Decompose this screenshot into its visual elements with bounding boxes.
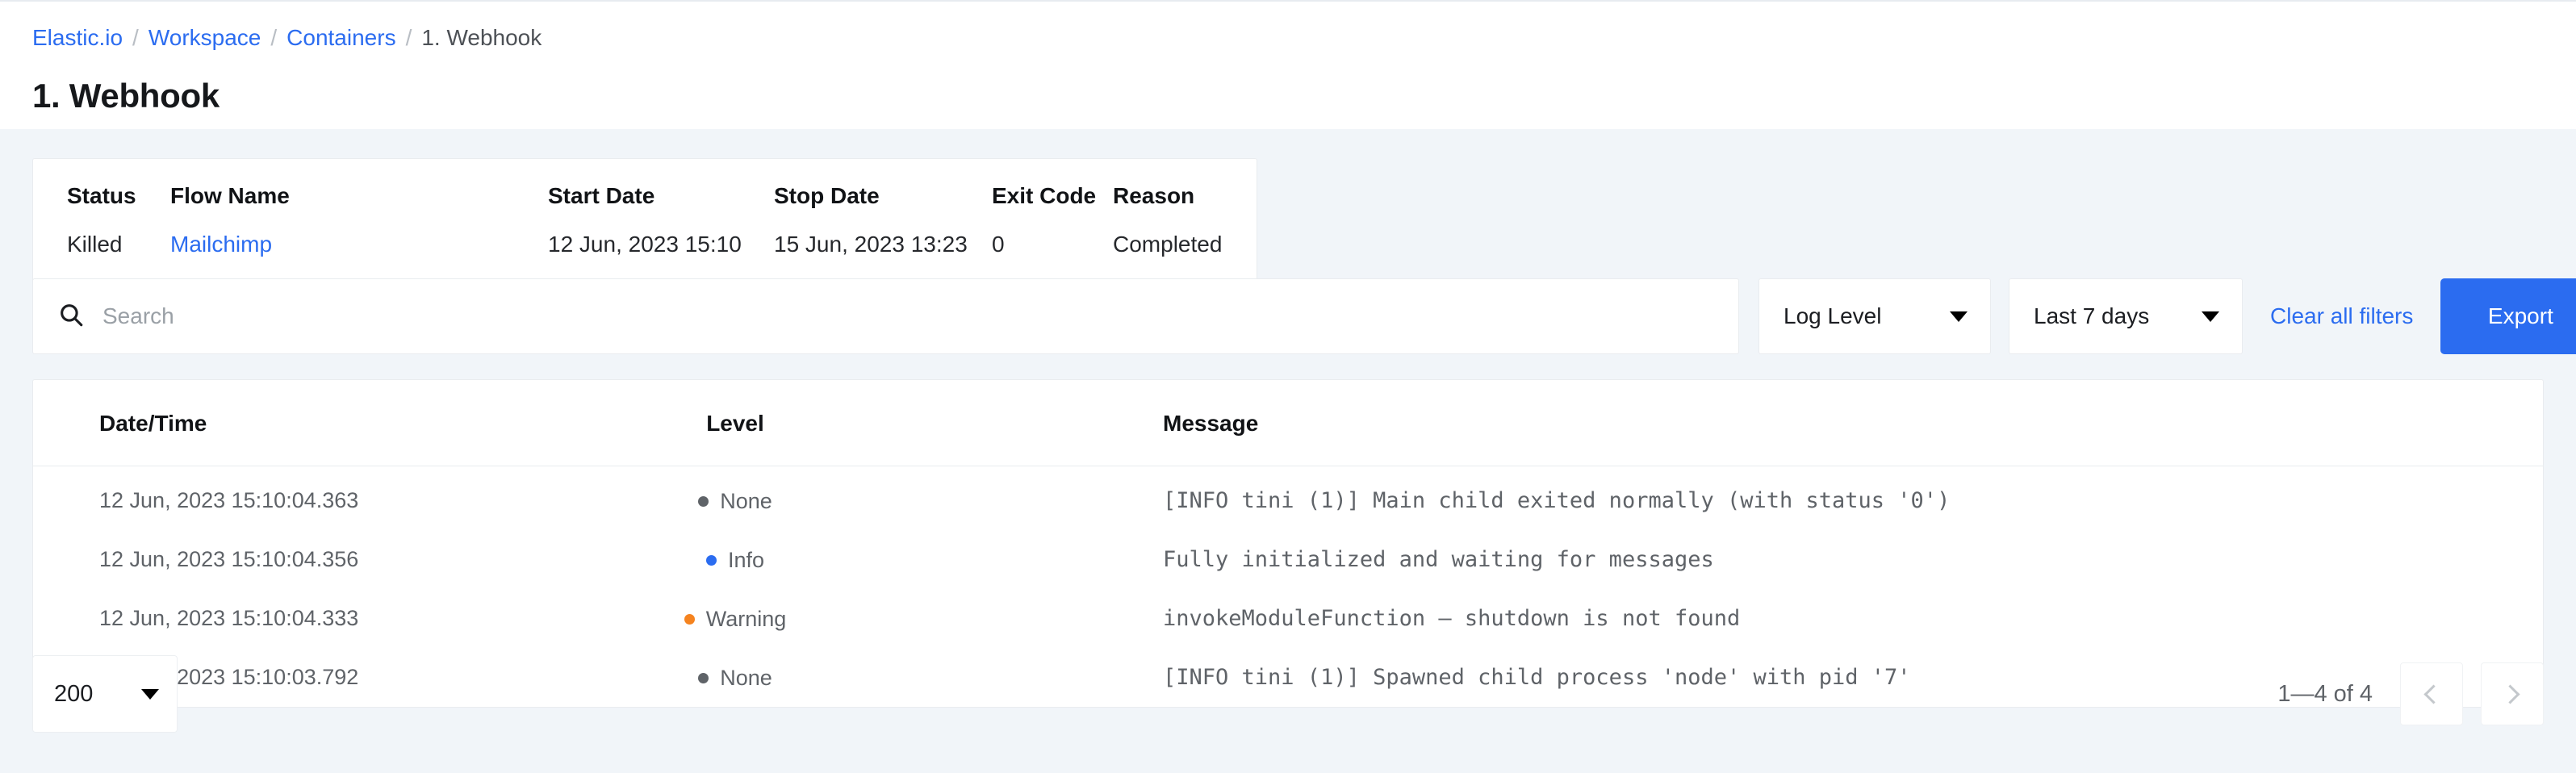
breadcrumb-separator: / [405,25,412,50]
table-row[interactable]: 12 Jun, 2023 15:10:04.333 Warning invoke… [33,589,2543,648]
level-dot-icon [705,555,717,566]
log-message: Fully initialized and waiting for messag… [1163,547,1714,572]
page-range-label: 1—4 of 4 [2277,680,2373,707]
log-level-label: Info [727,548,765,572]
page-size-select[interactable]: 200 [32,655,178,733]
log-level-select[interactable]: Log Level [1758,278,1991,354]
date-range-select-label: Last 7 days [2034,303,2150,328]
log-datetime: 12 Jun, 2023 15:10:04.356 [99,547,359,571]
log-datetime: 12 Jun, 2023 15:10:04.363 [99,488,359,512]
pagination-bar: 200 1—4 of 4 [32,655,2544,733]
pager: 1—4 of 4 [2277,662,2544,725]
logs-header-message: Message [905,380,2543,466]
logs-header-row: Date/Time Level Message [33,380,2543,466]
log-level: None [566,466,905,531]
table-row[interactable]: 12 Jun, 2023 15:10:04.356 Info Fully ini… [33,530,2543,589]
log-level: Info [566,530,905,589]
page-header: Elastic.io / Workspace / Containers / 1.… [0,0,2576,129]
logs-header-datetime: Date/Time [33,380,566,466]
log-level-select-label: Log Level [1784,303,1882,328]
search-field[interactable] [32,278,1739,354]
date-range-select[interactable]: Last 7 days [2009,278,2243,354]
log-level-label: None [720,489,772,513]
search-input[interactable] [102,303,1714,329]
breadcrumb-item-elastic-io[interactable]: Elastic.io [32,24,123,52]
page-size-value: 200 [54,680,94,707]
level-dot-icon [684,614,695,625]
flow-name-link[interactable]: Mailchimp [170,232,272,257]
log-level: Warning [566,589,905,648]
level-dot-icon [698,496,709,507]
breadcrumb-item-workspace[interactable]: Workspace [148,24,261,52]
breadcrumb-separator: / [270,25,278,50]
filter-toolbar: Log Level Last 7 days Clear all filters … [32,278,2576,354]
export-button[interactable]: Export [2440,278,2576,354]
info-header-start-date: Start Date [548,183,655,208]
chevron-right-icon [2500,683,2520,704]
chevron-down-icon [141,688,159,700]
breadcrumb-item-containers[interactable]: Containers [286,24,395,52]
info-header-status: Status [67,183,136,208]
next-page-button[interactable] [2481,662,2544,725]
info-header-flow-name: Flow Name [170,183,290,208]
breadcrumb-item-current: 1. Webhook [421,25,542,50]
info-header-exit-code: Exit Code [992,183,1097,208]
previous-page-button[interactable] [2400,662,2463,725]
logs-header-level: Level [566,380,905,466]
search-icon [57,301,85,332]
chevron-down-icon [2202,311,2219,322]
container-logs-page: Elastic.io / Workspace / Containers / 1.… [0,0,2576,773]
log-level-label: Warning [705,607,787,631]
container-info-table: Status Flow Name Start Date Stop Date Ex… [33,159,1258,286]
container-info-card: Status Flow Name Start Date Stop Date Ex… [32,158,1257,287]
clear-all-filters-link[interactable]: Clear all filters [2270,278,2413,354]
log-datetime: 12 Jun, 2023 15:10:04.333 [99,606,359,630]
info-header-stop-date: Stop Date [774,183,880,208]
page-title: 1. Webhook [32,77,220,115]
log-message: invokeModuleFunction — shutdown is not f… [1163,606,1741,631]
breadcrumb: Elastic.io / Workspace / Containers / 1.… [32,24,2544,52]
breadcrumb-separator: / [132,25,139,50]
info-header-row: Status Flow Name Start Date Stop Date Ex… [33,159,1258,232]
chevron-down-icon [1950,311,1968,322]
chevron-left-icon [2423,683,2444,704]
log-message: [INFO tini (1)] Main child exited normal… [1163,488,1951,513]
table-row[interactable]: 12 Jun, 2023 15:10:04.363 None [INFO tin… [33,466,2543,531]
info-header-reason: Reason [1113,183,1195,208]
